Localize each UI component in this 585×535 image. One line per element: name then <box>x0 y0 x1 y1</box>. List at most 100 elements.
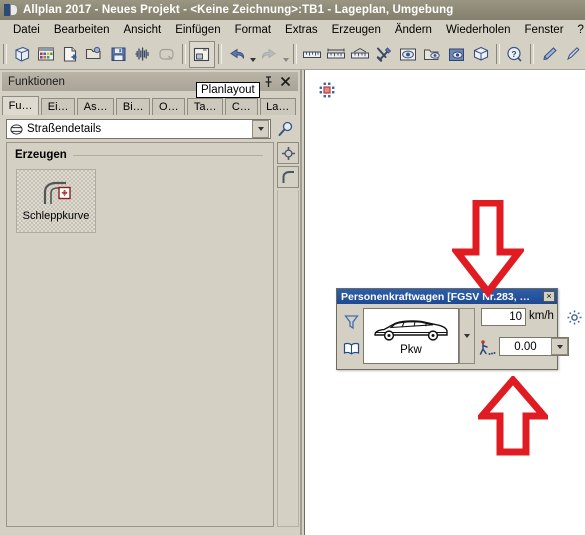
menu-item-datei[interactable]: Datei <box>6 22 47 38</box>
open-view-icon[interactable] <box>420 42 444 67</box>
group-title-label: Erzeugen <box>15 149 67 161</box>
svg-text:?: ? <box>511 49 516 59</box>
menu-item-einfuegen[interactable]: Einfügen <box>168 22 227 38</box>
menu-item-bearbeiten[interactable]: Bearbeiten <box>47 22 117 38</box>
redo-icon <box>257 42 281 67</box>
menu-bar: Datei Bearbeiten Ansicht Einfügen Format… <box>0 20 585 39</box>
tab-label: La… <box>266 101 290 113</box>
tab-label: Bi… <box>122 101 144 113</box>
tab-label: Fu… <box>8 100 33 112</box>
swept-path-curve-icon <box>39 180 73 206</box>
model-3d-icon[interactable] <box>469 42 493 67</box>
funnel-filter-icon[interactable] <box>341 309 361 335</box>
allplan-logo-icon <box>4 4 18 16</box>
tooltip-text: Planlayout <box>201 84 255 96</box>
toolbar-separator-6 <box>529 44 534 64</box>
window-titlebar: Allplan 2017 - Neues Projekt - <Keine Ze… <box>0 0 585 20</box>
dialog-body: Pkw 10 km/h 0.00 <box>337 304 581 370</box>
menu-item-erzeugen[interactable]: Erzeugen <box>325 22 388 38</box>
planlayout-icon[interactable] <box>188 40 215 68</box>
tab-label: C… <box>231 101 251 113</box>
new-file-icon[interactable] <box>58 42 82 67</box>
measure-dimension-icon[interactable] <box>324 42 348 67</box>
tool-label: Schleppkurve <box>22 210 90 222</box>
open-file-icon[interactable] <box>82 42 106 67</box>
tab-bi[interactable]: Bi… <box>116 98 151 115</box>
road-section-icon <box>10 123 23 135</box>
vehicle-label: Pkw <box>400 344 422 356</box>
application-window: Allplan 2017 - Neues Projekt - <Keine Ze… <box>0 0 585 535</box>
help-icon[interactable]: ? <box>503 42 527 67</box>
vehicle-preview[interactable]: Pkw <box>363 308 459 364</box>
panel-title: Funktionen <box>8 75 65 88</box>
tab-as[interactable]: As… <box>77 98 115 115</box>
undo-icon[interactable] <box>225 42 249 67</box>
menu-item-aendern[interactable]: Ändern <box>388 22 439 38</box>
menu-item-extras[interactable]: Extras <box>278 22 325 38</box>
vehicle-dialog: Personenkraftwagen [FGSV Nr.283, … × Pkw… <box>336 288 581 370</box>
panel-scroll-column[interactable] <box>277 190 299 527</box>
chevron-down-icon[interactable] <box>252 120 269 138</box>
module-selector-row: Straßendetails <box>6 118 296 140</box>
undo-dropdown-icon[interactable] <box>249 40 258 69</box>
menu-item-ansicht[interactable]: Ansicht <box>116 22 168 38</box>
close-icon[interactable]: × <box>543 291 555 302</box>
menu-item-format[interactable]: Format <box>228 22 278 38</box>
tooltip-planlayout: Planlayout <box>196 82 260 98</box>
module-combo[interactable]: Straßendetails <box>6 119 271 139</box>
steering-ratio-value: 0.00 <box>514 340 537 353</box>
close-icon[interactable] <box>280 76 291 87</box>
tab-label: O… <box>159 101 179 113</box>
layers-icon[interactable] <box>34 42 58 67</box>
menu-item-fenster[interactable]: Fenster <box>518 22 571 38</box>
menu-item-help[interactable]: ? <box>571 22 585 38</box>
tab-c[interactable]: C… <box>225 98 258 115</box>
tab-label: Ta… <box>193 101 217 113</box>
save-view-icon[interactable] <box>445 42 469 67</box>
print-icon[interactable] <box>130 42 154 67</box>
toolbar-separator-5 <box>495 44 500 64</box>
module-combo-value: Straßendetails <box>27 123 102 135</box>
speed-unit-label: km/h <box>529 310 554 322</box>
book-library-icon[interactable] <box>341 335 361 361</box>
chevron-down-icon <box>464 334 470 338</box>
panel-tabstrip: Fu… Ei… As… Bi… O… Ta… C… La… <box>2 95 298 115</box>
view-icon[interactable] <box>396 42 420 67</box>
steering-ratio-combo[interactable]: 0.00 <box>499 337 569 356</box>
node-tool-icon[interactable] <box>277 142 299 164</box>
toolbar-separator <box>3 44 7 64</box>
measure-angle-icon[interactable] <box>348 42 372 67</box>
vehicle-dropdown-button[interactable] <box>459 308 475 364</box>
toolbar-separator-2 <box>181 44 186 64</box>
chevron-down-icon[interactable] <box>551 338 568 355</box>
save-icon[interactable] <box>106 42 130 67</box>
redo-dropdown-icon <box>281 40 290 69</box>
measure-length-icon[interactable] <box>300 42 324 67</box>
project-icon[interactable] <box>10 42 34 67</box>
group-divider <box>72 154 263 156</box>
search-magnifier-icon[interactable] <box>274 119 296 139</box>
toolbar-separator-3 <box>217 44 222 64</box>
tab-la[interactable]: La… <box>259 98 296 115</box>
menu-item-wiederholen[interactable]: Wiederholen <box>439 22 518 38</box>
tab-fu[interactable]: Fu… <box>2 96 40 115</box>
tab-label: As… <box>83 101 108 113</box>
main-toolbar: ? <box>0 39 585 70</box>
tab-ta[interactable]: Ta… <box>187 98 224 115</box>
pen-icon[interactable] <box>561 42 585 67</box>
dialog-title: Personenkraftwagen [FGSV Nr.283, … <box>341 290 531 303</box>
gear-settings-icon[interactable] <box>565 308 583 326</box>
tab-ei[interactable]: Ei… <box>41 98 76 115</box>
curve-tool-icon[interactable] <box>277 166 299 188</box>
functions-panel: Funktionen Fu… Ei… As… Bi… O… Ta… C… La…… <box>0 70 302 535</box>
format-brush-icon[interactable] <box>537 42 561 67</box>
tools-icon[interactable] <box>372 42 396 67</box>
panel-side-buttons <box>277 142 299 190</box>
speed-input[interactable]: 10 <box>481 308 526 326</box>
tab-o[interactable]: O… <box>152 98 186 115</box>
dialog-titlebar[interactable]: Personenkraftwagen [FGSV Nr.283, … × <box>337 289 557 304</box>
group-header: Erzeugen <box>15 149 273 161</box>
tool-schleppkurve[interactable]: Schleppkurve <box>16 169 96 233</box>
tab-label: Ei… <box>47 101 69 113</box>
pin-icon[interactable] <box>264 75 273 88</box>
